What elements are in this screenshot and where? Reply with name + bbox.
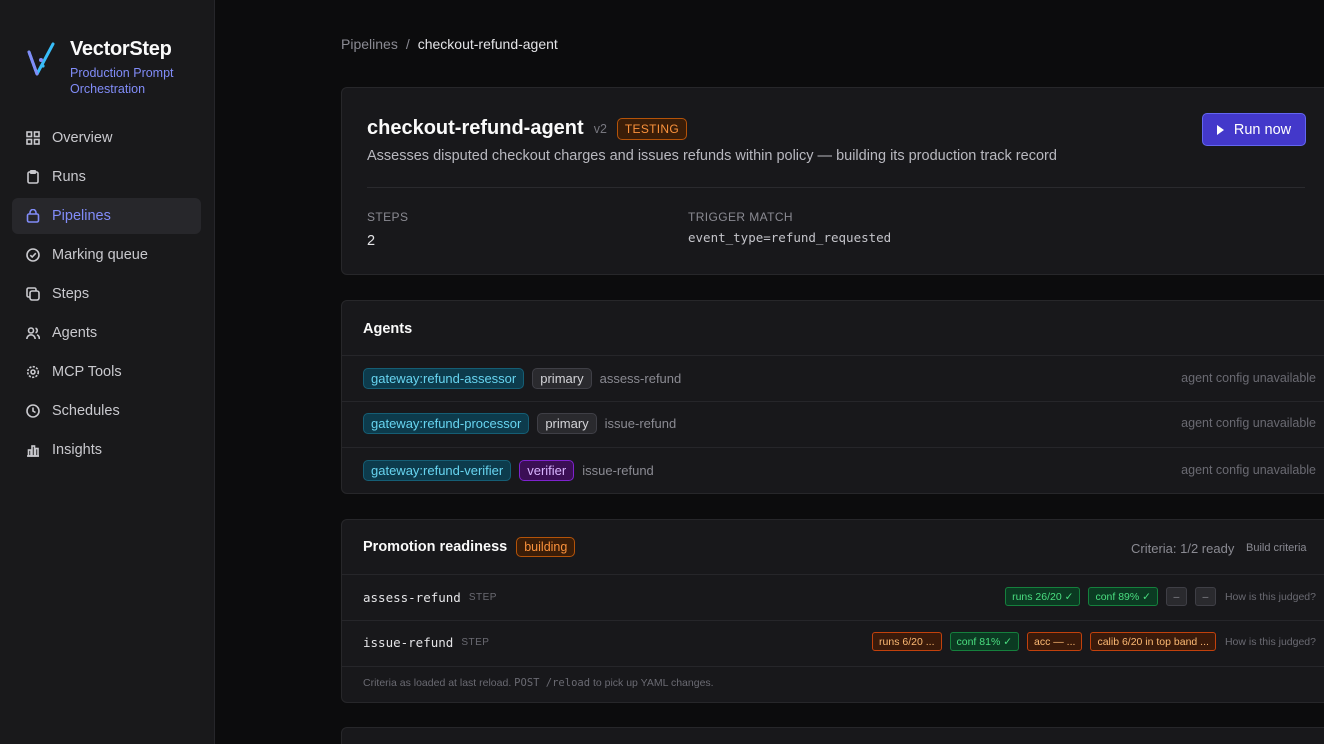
breadcrumb-current: checkout-refund-agent — [417, 36, 558, 52]
step-tag: STEP — [461, 637, 490, 648]
role-badge: primary — [537, 413, 597, 434]
criteria-pill: acc — ... — [1027, 632, 1083, 651]
breadcrumb-separator: / — [405, 36, 410, 52]
run-now-button[interactable]: Run now — [1202, 113, 1306, 146]
criteria-ready-count: Criteria: 1/2 ready — [1131, 541, 1235, 556]
gear-icon — [26, 365, 40, 379]
step-name: issue-refund — [604, 416, 677, 431]
bar-chart-icon — [26, 443, 40, 457]
brand[interactable]: VectorStep Production Prompt Orchestrati… — [26, 38, 174, 97]
users-icon — [26, 326, 40, 340]
sidebar-item-pipelines[interactable]: Pipelines — [12, 198, 201, 234]
role-badge: primary — [532, 368, 592, 389]
criteria-pill: – — [1194, 587, 1216, 606]
sidebar-item-label: Marking queue — [52, 247, 148, 263]
sidebar-item-insights[interactable]: Insights — [12, 432, 201, 468]
sidebar-item-label: MCP Tools — [52, 364, 122, 380]
trigger-match-value: event_type=refund_requested — [688, 230, 892, 245]
grid-icon — [26, 131, 40, 145]
sidebar-nav: Overview Runs Pipelines Marking queue St… — [12, 120, 201, 471]
breadcrumb-parent-link[interactable]: Pipelines — [341, 36, 398, 52]
agent-config-status: agent config unavailable — [1181, 371, 1316, 385]
reload-endpoint: POST /reload — [514, 677, 591, 689]
agent-config-status: agent config unavailable — [1181, 463, 1316, 477]
steps-label: STEPS — [367, 210, 409, 224]
promotion-readiness-card: Promotion readiness building Criteria: 1… — [341, 519, 1324, 703]
page-title: checkout-refund-agent — [367, 117, 584, 139]
step-readiness-row: issue-refund STEP runs 6/20 ... conf 81%… — [342, 620, 1324, 666]
how-is-this-judged-link[interactable]: How is this judged? — [1225, 636, 1316, 648]
run-now-label: Run now — [1233, 121, 1292, 138]
criteria-pill: – — [1165, 587, 1187, 606]
step-readiness-row: assess-refund STEP runs 26/20 ✓ conf 89%… — [342, 574, 1324, 620]
trigger-match-label: TRIGGER MATCH — [688, 210, 793, 224]
status-badge: building — [516, 537, 576, 557]
steps-value: 2 — [367, 233, 376, 249]
gateway-chip[interactable]: gateway:refund-assessor — [363, 368, 525, 389]
criteria-pill: calib 6/20 in top band ... — [1090, 632, 1216, 651]
breadcrumb: Pipelines / checkout-refund-agent — [341, 36, 558, 52]
sidebar: VectorStep Production Prompt Orchestrati… — [0, 0, 215, 744]
brand-tagline: Production Prompt Orchestration — [70, 66, 174, 96]
pipeline-description: Assesses disputed checkout charges and i… — [367, 148, 1057, 164]
criteria-pills: runs 6/20 ... conf 81% ✓ acc — ... calib… — [864, 632, 1316, 651]
agents-card: Agents gateway:refund-assessor primary a… — [341, 300, 1324, 494]
agent-row: gateway:refund-verifier verifier issue-r… — [342, 447, 1324, 493]
divider — [367, 187, 1305, 188]
step-name: assess-refund — [363, 590, 461, 605]
vectorstep-logo-icon — [27, 42, 55, 76]
agent-config-status: agent config unavailable — [1181, 416, 1316, 430]
main-content: Pipelines / checkout-refund-agent checkout… — [215, 0, 1324, 744]
agent-row: gateway:refund-processor primary issue-r… — [342, 401, 1324, 447]
sidebar-item-label: Overview — [52, 130, 113, 146]
sidebar-item-label: Schedules — [52, 403, 120, 419]
sidebar-item-label: Insights — [52, 442, 102, 458]
copy-icon — [26, 287, 40, 301]
criteria-pill: runs 6/20 ... — [872, 632, 942, 651]
sidebar-item-marking-queue[interactable]: Marking queue — [12, 237, 201, 273]
sidebar-item-label: Runs — [52, 169, 86, 185]
criteria-pill: runs 26/20 ✓ — [1005, 587, 1081, 606]
sidebar-item-steps[interactable]: Steps — [12, 276, 201, 312]
sidebar-item-runs[interactable]: Runs — [12, 159, 201, 195]
criteria-footnote: Criteria as loaded at last reload. POST … — [363, 677, 714, 689]
criteria-pill: conf 81% ✓ — [949, 632, 1019, 651]
role-badge: verifier — [519, 460, 575, 481]
step-name: issue-refund — [363, 635, 454, 650]
step-name: assess-refund — [599, 371, 682, 386]
sidebar-item-schedules[interactable]: Schedules — [12, 393, 201, 429]
clipboard-icon — [26, 170, 40, 184]
agents-title: Agents — [363, 321, 413, 337]
step-tag: STEP — [468, 592, 497, 603]
promotion-title-row: Promotion readiness building — [363, 537, 576, 557]
sidebar-item-label: Pipelines — [52, 208, 111, 224]
criteria-pills: runs 26/20 ✓ conf 89% ✓ – – How is this … — [997, 587, 1316, 606]
play-icon — [1216, 124, 1224, 135]
sidebar-item-mcp-tools[interactable]: MCP Tools — [12, 354, 201, 390]
pipeline-title-row: checkout-refund-agent v2 TESTING — [367, 117, 687, 140]
status-badge: TESTING — [616, 117, 687, 140]
check-circle-icon — [26, 248, 40, 262]
next-section-card — [341, 727, 1324, 744]
clock-icon — [26, 404, 40, 418]
agent-row: gateway:refund-assessor primary assess-r… — [342, 355, 1324, 401]
gateway-chip[interactable]: gateway:refund-verifier — [363, 460, 512, 481]
promotion-title: Promotion readiness — [363, 539, 508, 555]
bag-icon — [26, 209, 40, 223]
how-is-this-judged-link[interactable]: How is this judged? — [1225, 591, 1316, 603]
sidebar-item-agents[interactable]: Agents — [12, 315, 201, 351]
build-criteria-link[interactable]: Build criteria — [1246, 542, 1307, 554]
gateway-chip[interactable]: gateway:refund-processor — [363, 413, 530, 434]
sidebar-item-label: Steps — [52, 286, 90, 302]
version-label: v2 — [593, 121, 607, 136]
step-name: issue-refund — [582, 463, 654, 478]
sidebar-item-label: Agents — [52, 325, 98, 341]
criteria-pill: conf 89% ✓ — [1088, 587, 1158, 606]
sidebar-item-overview[interactable]: Overview — [12, 120, 201, 156]
brand-name: VectorStep — [70, 38, 172, 60]
pipeline-header-card: checkout-refund-agent v2 TESTING Assesse… — [341, 87, 1324, 275]
